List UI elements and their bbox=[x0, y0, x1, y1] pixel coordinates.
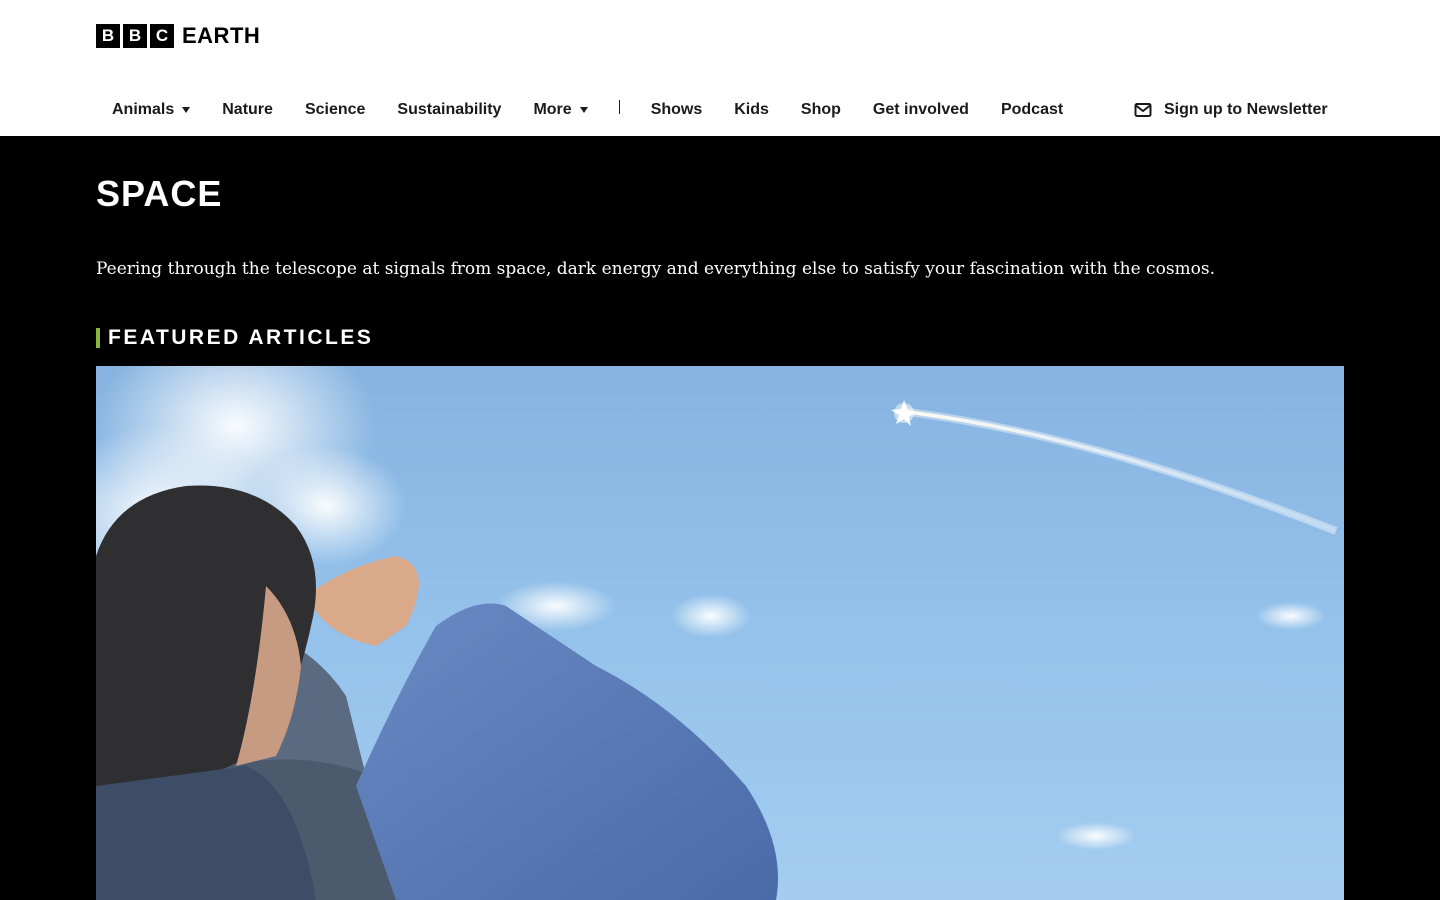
featured-articles-heading: FEATURED ARTICLES bbox=[96, 326, 373, 350]
nav-item-label: Shows bbox=[650, 101, 703, 118]
featured-article-image[interactable] bbox=[96, 366, 1344, 900]
nav-item-kids[interactable]: Kids bbox=[718, 101, 785, 119]
nav-item-label: Sustainability bbox=[397, 101, 502, 118]
nav-item-get-involved[interactable]: Get involved bbox=[857, 101, 985, 119]
nav-item-more[interactable]: More bbox=[517, 101, 603, 119]
logo-block-c: C bbox=[150, 24, 174, 48]
newsletter-signup-link[interactable]: Sign up to Newsletter bbox=[1134, 92, 1328, 128]
logo-earth-text: EARTH bbox=[182, 23, 261, 48]
nav-item-label: Kids bbox=[734, 101, 769, 118]
section-heading-label: FEATURED ARTICLES bbox=[108, 326, 374, 349]
nav-item-label: Shop bbox=[800, 101, 841, 118]
nav-item-science[interactable]: Science bbox=[289, 101, 381, 119]
nav-item-label: Nature bbox=[222, 101, 273, 118]
envelope-icon bbox=[1134, 103, 1152, 117]
nav-divider bbox=[618, 100, 620, 114]
logo-block-b2: B bbox=[123, 24, 147, 48]
nav-item-label: More bbox=[533, 101, 572, 118]
nav-item-shop[interactable]: Shop bbox=[785, 101, 857, 119]
main-nav: Animals Nature Science Sustainability Mo… bbox=[96, 92, 1079, 128]
sky-scene-illustration bbox=[96, 366, 1338, 900]
page-description: Peering through the telescope at signals… bbox=[96, 259, 1216, 279]
person-looking-up bbox=[96, 485, 778, 900]
nav-item-nature[interactable]: Nature bbox=[206, 101, 289, 119]
page-title: SPACE bbox=[96, 173, 223, 214]
nav-item-label: Animals bbox=[112, 101, 175, 118]
nav-item-podcast[interactable]: Podcast bbox=[985, 101, 1079, 119]
newsletter-label: Sign up to Newsletter bbox=[1164, 101, 1328, 118]
nav-item-label: Podcast bbox=[1000, 101, 1064, 118]
nav-item-label: Science bbox=[304, 101, 366, 118]
shooting-star bbox=[891, 400, 1338, 535]
nav-item-sustainability[interactable]: Sustainability bbox=[381, 101, 517, 119]
nav-item-shows[interactable]: Shows bbox=[635, 101, 719, 119]
caret-down-icon bbox=[579, 107, 588, 113]
nav-item-label: Get involved bbox=[872, 101, 969, 118]
logo-block-b1: B bbox=[96, 24, 120, 48]
caret-down-icon bbox=[182, 107, 191, 113]
bbc-earth-logo[interactable]: B B C EARTH bbox=[96, 24, 260, 48]
nav-item-animals[interactable]: Animals bbox=[96, 101, 206, 119]
site-header: B B C EARTH Animals Nature Science Susta… bbox=[0, 0, 1440, 136]
section-accent-bar bbox=[96, 328, 100, 348]
